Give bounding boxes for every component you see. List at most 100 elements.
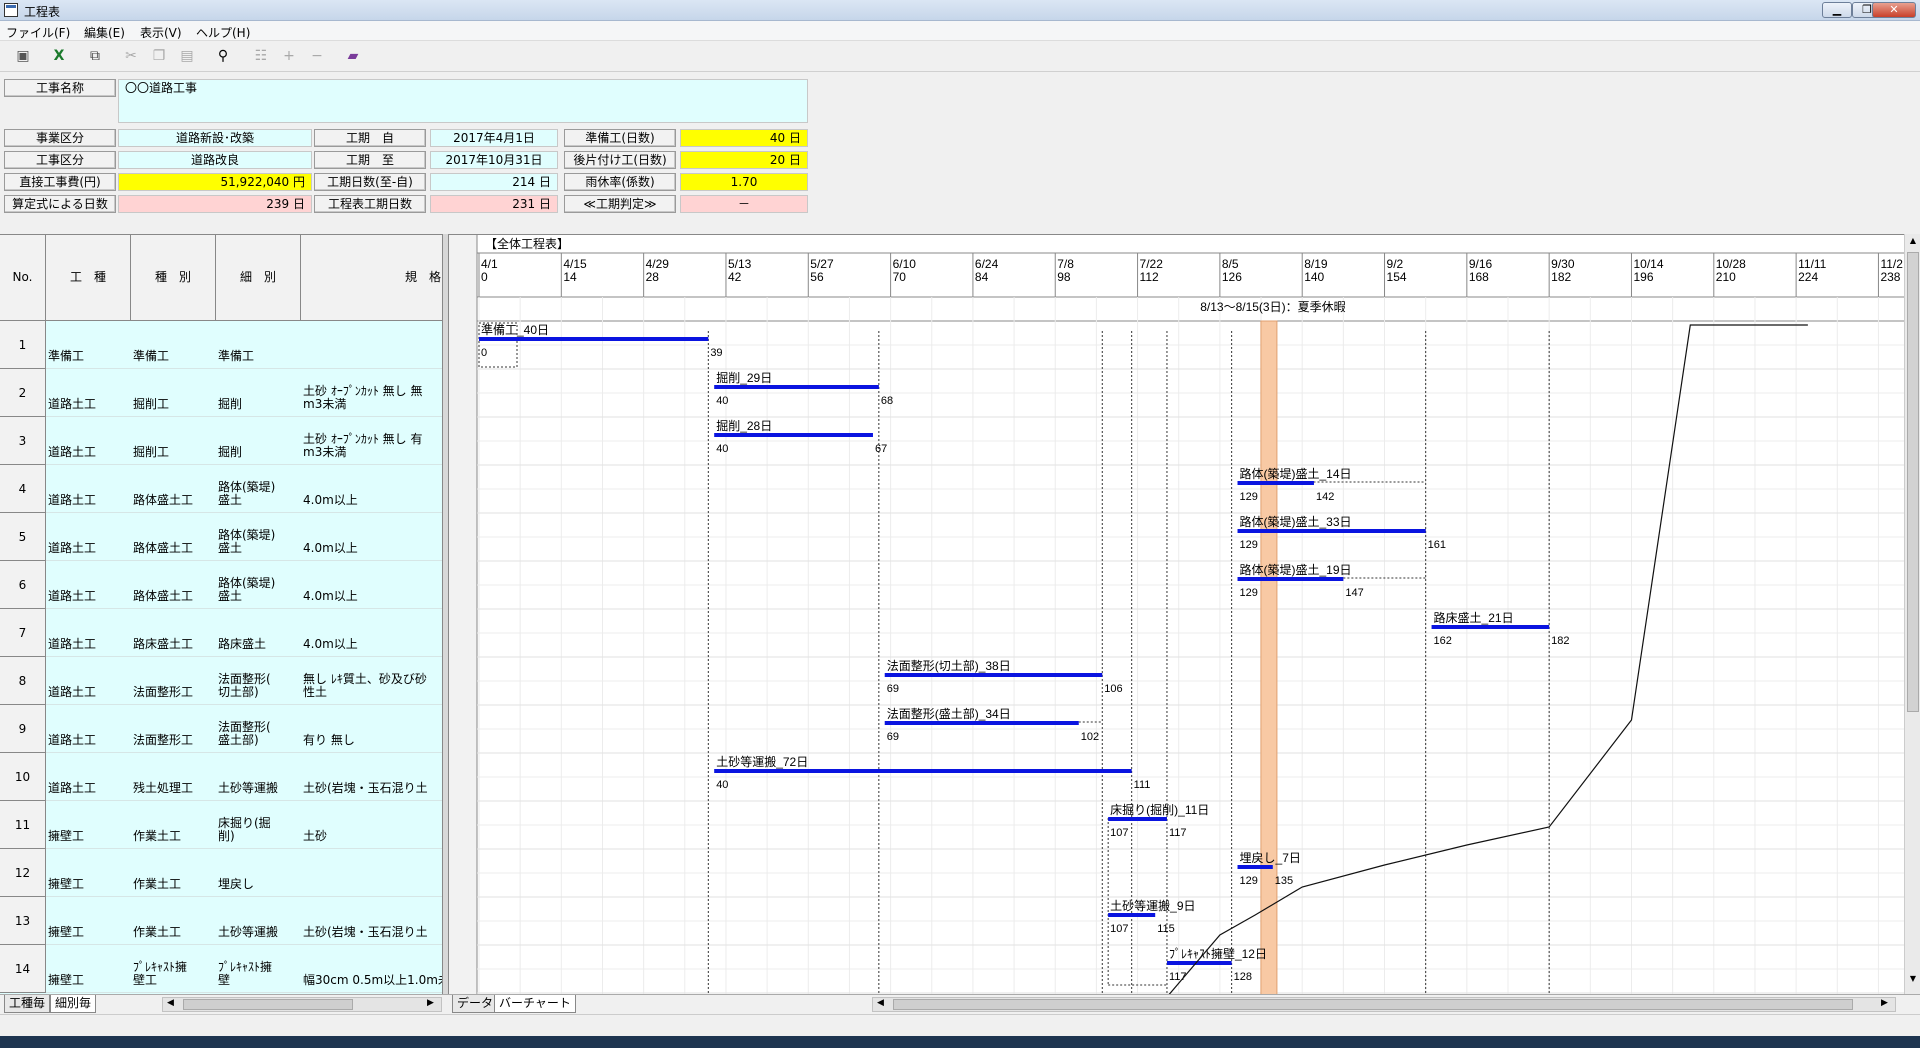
bar-start-label: 129 <box>1240 875 1258 887</box>
chart-scroll-thumb[interactable] <box>893 999 1853 1010</box>
table-row[interactable]: 12 擁壁工 作業土工 埋戻し <box>0 849 448 897</box>
holiday-band <box>1260 320 1278 995</box>
bar-end-label: 128 <box>1234 971 1252 983</box>
atokata-value[interactable]: 20 日 <box>680 151 808 169</box>
row-number[interactable]: 5 <box>0 513 46 561</box>
cell-saibetsu: 準備工 <box>218 349 255 363</box>
chart-scroll-left-icon[interactable]: ◀ <box>877 998 884 1008</box>
tick-date: 10/28 <box>1716 257 1746 271</box>
chart-title: 【全体工程表】 <box>485 236 569 251</box>
header-koshu[interactable]: 工 種 <box>46 235 131 321</box>
koji-kubun-value[interactable]: 道路改良 <box>118 151 312 169</box>
tree-icon[interactable]: ☷ <box>250 46 272 66</box>
table-row[interactable]: 13 擁壁工 作業土工 土砂等運搬 土砂(岩塊・玉石混り土 <box>0 897 448 945</box>
sheet-tab-saibetsu[interactable]: 細別毎 <box>50 995 97 1013</box>
cell-shubetsu: 準備工 <box>133 349 170 363</box>
bar-end-label: 39 <box>710 347 722 359</box>
table-row[interactable]: 7 道路土工 路床盛土工 路床盛土 4.0m以上 <box>0 609 448 657</box>
row-number[interactable]: 4 <box>0 465 46 513</box>
minimize-button[interactable]: ▁ <box>1822 2 1852 18</box>
row-number[interactable]: 1 <box>0 321 46 369</box>
kouki-from-value[interactable]: 2017年4月1日 <box>430 129 558 147</box>
chart-horizontal-scrollbar[interactable]: ◀ ▶ <box>872 997 1896 1012</box>
close-button[interactable]: ✕ <box>1872 2 1916 18</box>
header-shubetsu[interactable]: 種 別 <box>131 235 216 321</box>
binoculars-icon[interactable]: ⚲ <box>212 46 234 66</box>
scroll-up-icon[interactable]: ▲ <box>1907 236 1919 248</box>
row-number[interactable]: 8 <box>0 657 46 705</box>
copy-icon[interactable]: ❐ <box>148 46 170 66</box>
cut-icon[interactable]: ✂ <box>120 46 142 66</box>
kouki-to-value[interactable]: 2017年10月31日 <box>430 151 558 169</box>
row-number[interactable]: 2 <box>0 369 46 417</box>
menu-help[interactable]: ヘルプ(H) <box>196 24 250 41</box>
scroll-down-icon[interactable]: ▼ <box>1907 974 1919 986</box>
paste-icon[interactable]: ▤ <box>176 46 198 66</box>
row-number[interactable]: 9 <box>0 705 46 753</box>
row-number[interactable]: 12 <box>0 849 46 897</box>
table-row[interactable]: 1 準備工 準備工 準備工 <box>0 321 448 369</box>
table-row[interactable]: 4 道路土工 路体盛土工 路体(築堤) 盛土 4.0m以上 <box>0 465 448 513</box>
header-no[interactable]: No. <box>0 235 46 321</box>
table-row[interactable]: 10 道路土工 残土処理工 土砂等運搬 土砂(岩塊・玉石混り土 <box>0 753 448 801</box>
sheet-tab-barchart[interactable]: バーチャート <box>494 995 576 1013</box>
table-row[interactable]: 11 擁壁工 作業土工 床掘り(掘 削) 土砂 <box>0 801 448 849</box>
ukyu-value[interactable]: 1.70 <box>680 173 808 191</box>
row-number[interactable]: 6 <box>0 561 46 609</box>
header-kikaku[interactable]: 規 格 <box>301 235 448 321</box>
sheet-tab-koshu[interactable]: 工種毎 <box>4 995 51 1013</box>
bar-start-label: 69 <box>887 731 899 743</box>
table-row[interactable]: 5 道路土工 路体盛土工 路体(築堤) 盛土 4.0m以上 <box>0 513 448 561</box>
app-icon <box>4 3 18 17</box>
scroll-right-icon[interactable]: ▶ <box>427 998 434 1008</box>
vertical-scroll-thumb[interactable] <box>1907 252 1919 712</box>
koji-name-input[interactable]: 〇〇道路工事 <box>118 79 808 123</box>
table-row[interactable]: 3 道路土工 掘削工 掘削 土砂 ｵｰﾌﾟﾝｶｯﾄ 無し 有 m3未満 <box>0 417 448 465</box>
save-icon[interactable]: ▣ <box>12 46 34 66</box>
export-icon[interactable]: ⧉ <box>84 46 106 66</box>
row-number[interactable]: 14 <box>0 945 46 993</box>
row-number[interactable]: 7 <box>0 609 46 657</box>
table-row[interactable]: 14 擁壁工 ﾌﾟﾚｷｬｽﾄ擁 壁工 ﾌﾟﾚｷｬｽﾄ擁 壁 幅30cm 0.5m以上1.… <box>0 945 448 993</box>
menu-edit[interactable]: 編集(E) <box>84 24 125 41</box>
table-row[interactable]: 8 道路土工 法面整形工 法面整形( 切土部) 無し ﾚｷ質土、砂及び砂 性土 <box>0 657 448 705</box>
bar-end-label: 102 <box>1081 731 1099 743</box>
book-icon[interactable]: ▰ <box>342 46 364 66</box>
bar-start-label: 129 <box>1240 539 1258 551</box>
chart-scroll-right-icon[interactable]: ▶ <box>1881 998 1888 1008</box>
header-saibetsu[interactable]: 細 別 <box>216 235 301 321</box>
chokusetsu-value[interactable]: 51,922,040 円 <box>118 173 312 191</box>
cell-koshu: 道路土工 <box>48 781 97 795</box>
hantei-value: － <box>680 195 808 213</box>
row-number[interactable]: 11 <box>0 801 46 849</box>
bar-label: 土砂等運搬_72日 <box>716 754 808 769</box>
row-number[interactable]: 3 <box>0 417 46 465</box>
row-number[interactable]: 13 <box>0 897 46 945</box>
cell-koshu: 道路土工 <box>48 445 97 459</box>
vertical-scrollbar[interactable]: ▲ ▼ <box>1904 234 1920 994</box>
plus-icon[interactable]: + <box>278 46 300 66</box>
excel-icon[interactable]: X <box>48 46 70 66</box>
menu-file[interactable]: ファイル(F) <box>6 24 70 41</box>
left-scroll-thumb[interactable] <box>183 999 353 1010</box>
menu-view[interactable]: 表示(V) <box>140 24 182 41</box>
table-row[interactable]: 9 道路土工 法面整形工 法面整形( 盛土部) 有り 無し <box>0 705 448 753</box>
cell-saibetsu: 掘削 <box>218 397 243 411</box>
gantt-bar <box>714 385 879 389</box>
table-row[interactable]: 6 道路土工 路体盛土工 路体(築堤) 盛土 4.0m以上 <box>0 561 448 609</box>
row-number[interactable]: 10 <box>0 753 46 801</box>
cell-kikaku: 土砂 ｵｰﾌﾟﾝｶｯﾄ 無し 無 m3未満 <box>303 384 423 411</box>
left-horizontal-scrollbar[interactable]: ◀ ▶ <box>162 997 442 1012</box>
sheet-tab-data[interactable]: データ <box>452 995 499 1013</box>
junbi-value[interactable]: 40 日 <box>680 129 808 147</box>
jigyo-value[interactable]: 道路新設･改築 <box>118 129 312 147</box>
gantt-svg: 【全体工程表】4/104/15144/29285/13425/27566/107… <box>449 235 1905 995</box>
bar-start-label: 69 <box>887 683 899 695</box>
tick-day: 126 <box>1222 270 1242 284</box>
bar-end-label: 117 <box>1169 827 1187 839</box>
scroll-left-icon[interactable]: ◀ <box>167 998 174 1008</box>
table-row[interactable]: 2 道路土工 掘削工 掘削 土砂 ｵｰﾌﾟﾝｶｯﾄ 無し 無 m3未満 <box>0 369 448 417</box>
minus-icon[interactable]: − <box>306 46 328 66</box>
cell-shubetsu: 作業土工 <box>133 877 182 891</box>
cell-saibetsu: 土砂等運搬 <box>218 925 279 939</box>
